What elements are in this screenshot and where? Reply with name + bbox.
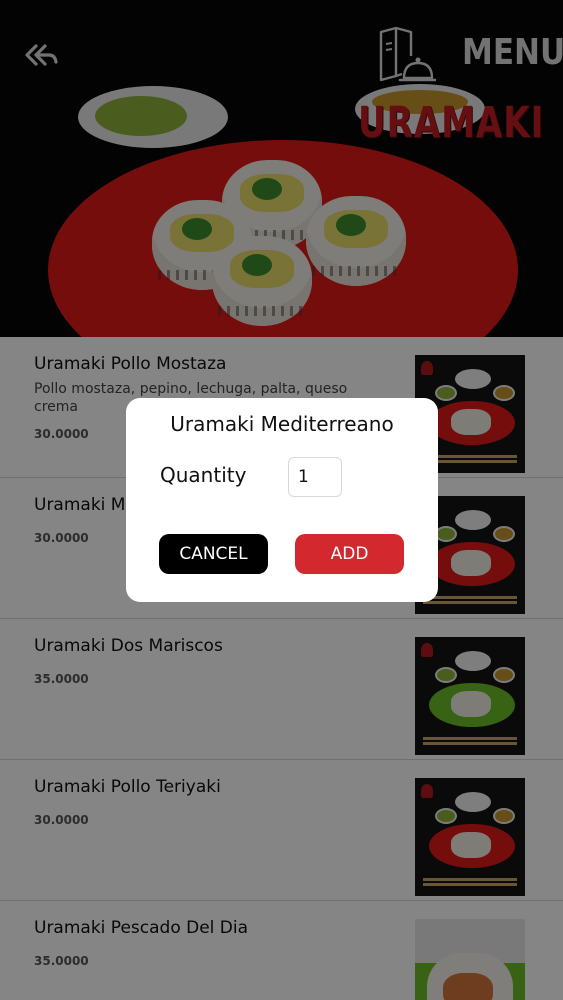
app-screen: MENU URAMAKI Uramaki Pollo Mostaza Pollo… bbox=[0, 0, 563, 1000]
quantity-dialog: Uramaki Mediterreano Quantity CANCEL ADD bbox=[126, 398, 438, 602]
cancel-button[interactable]: CANCEL bbox=[159, 534, 268, 574]
dialog-title: Uramaki Mediterreano bbox=[170, 412, 394, 436]
add-button[interactable]: ADD bbox=[295, 534, 404, 574]
quantity-input[interactable] bbox=[288, 457, 342, 497]
quantity-label: Quantity bbox=[160, 463, 247, 487]
